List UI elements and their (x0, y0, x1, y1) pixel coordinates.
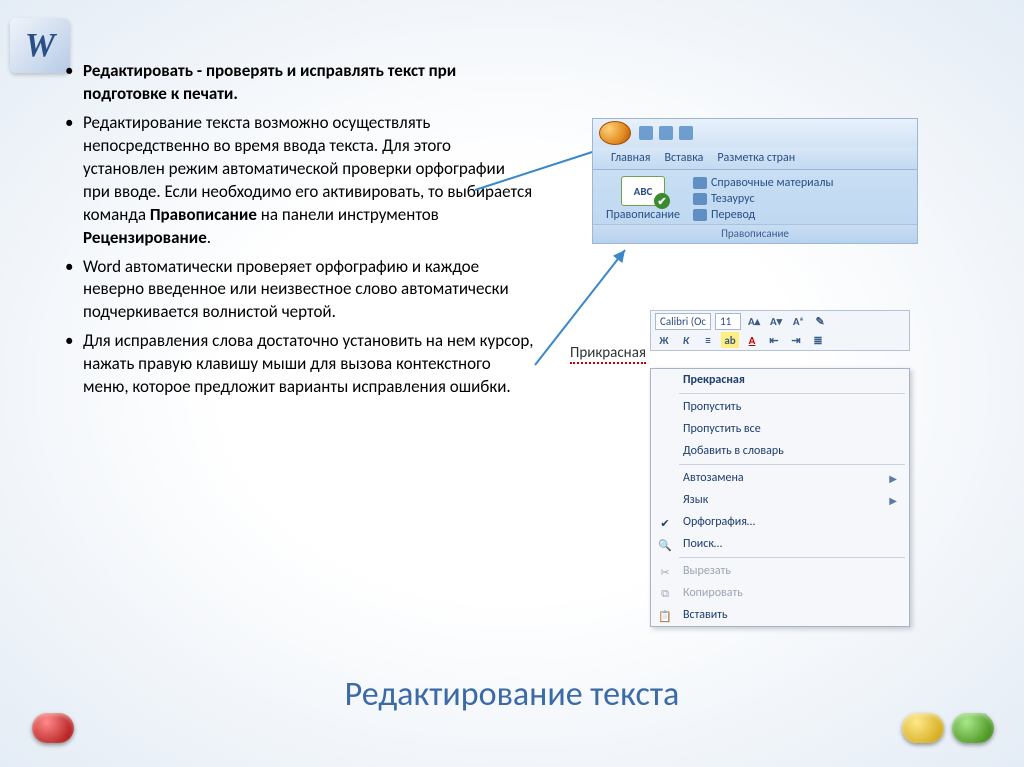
ctx-suggestion[interactable]: Прекрасная (651, 369, 909, 391)
grow-font-icon[interactable]: A▴ (745, 314, 763, 330)
ctx-search[interactable]: 🔍Поиск… (651, 533, 909, 555)
ctx-paste[interactable]: 📋Вставить (651, 604, 909, 626)
font-name-field[interactable]: Calibri (Ос (655, 313, 711, 330)
misspelled-word[interactable]: Прикрасная (570, 344, 646, 364)
proofing-button[interactable]: ABC Правописание (599, 174, 687, 224)
shrink-font-icon[interactable]: A▾ (767, 314, 785, 330)
bullet-1-term: Редактировать (83, 60, 193, 81)
highlight-icon[interactable]: ab (721, 332, 739, 348)
ribbon-group-label: Правописание (593, 224, 917, 243)
copy-icon: ⧉ (657, 586, 673, 602)
quick-access-toolbar[interactable] (639, 126, 693, 140)
abc-icon: ✔ (657, 515, 673, 531)
ctx-spelling[interactable]: ✔Орфография… (651, 511, 909, 533)
bullet-4: Для исправления слова достаточно установ… (65, 330, 535, 399)
thesaurus-button[interactable]: Тезаурус (693, 192, 911, 206)
tab-home[interactable]: Главная (611, 151, 650, 165)
ribbon-tabs: Главная Вставка Разметка стран (593, 147, 917, 170)
thesaurus-icon (693, 193, 707, 205)
office-button-icon[interactable] (599, 121, 631, 145)
chevron-right-icon: ▶ (889, 494, 897, 507)
bullet-2: Редактирование текста возможно осуществл… (65, 112, 535, 250)
word-logo-icon: W (10, 18, 70, 73)
nav-next-button[interactable] (952, 713, 994, 743)
slide-title: Редактирование текста (0, 674, 1024, 715)
context-menu: Прекрасная Пропустить Пропустить все Доб… (650, 368, 910, 627)
ctx-add-to-dict[interactable]: Добавить в словарь (651, 440, 909, 462)
mini-toolbar[interactable]: Calibri (Ос 11 A▴ A▾ Aᵃ ✎ Ж К ≡ ab A ⇤ ⇥… (650, 310, 910, 351)
ctx-copy: ⧉Копировать (651, 582, 909, 604)
bullet-1: Редактировать - проверять и исправлять т… (65, 60, 535, 106)
format-painter-icon[interactable]: ✎ (811, 314, 829, 330)
ctx-language[interactable]: Язык▶ (651, 489, 909, 511)
tab-insert[interactable]: Вставка (664, 151, 703, 165)
search-icon: 🔍 (657, 537, 673, 553)
bullet-3: Word автоматически проверяет орфографию … (65, 256, 535, 325)
paste-icon: 📋 (657, 608, 673, 624)
decrease-indent-icon[interactable]: ⇤ (765, 332, 783, 348)
bold-icon[interactable]: Ж (655, 332, 673, 348)
ribbon-panel: Главная Вставка Разметка стран ABC Право… (592, 118, 918, 244)
bullets-icon[interactable]: ≣ (809, 332, 827, 348)
ctx-skip-all[interactable]: Пропустить все (651, 418, 909, 440)
increase-indent-icon[interactable]: ⇥ (787, 332, 805, 348)
proofing-label: Правописание (599, 208, 687, 222)
slide-body: Редактировать - проверять и исправлять т… (65, 60, 535, 405)
book-icon (693, 177, 707, 189)
font-size-field[interactable]: 11 (715, 313, 741, 330)
translate-button[interactable]: Перевод (693, 208, 911, 222)
styles-icon[interactable]: Aᵃ (789, 314, 807, 330)
font-color-icon[interactable]: A (743, 332, 761, 348)
translate-icon (693, 209, 707, 221)
chevron-right-icon: ▶ (889, 472, 897, 485)
nav-stop-button[interactable] (32, 713, 74, 743)
tab-layout[interactable]: Разметка стран (717, 151, 795, 165)
research-button[interactable]: Справочные материалы (693, 176, 911, 190)
nav-prev-button[interactable] (902, 713, 944, 743)
italic-icon[interactable]: К (677, 332, 695, 348)
scissors-icon: ✂ (657, 564, 673, 580)
ctx-cut: ✂Вырезать (651, 560, 909, 582)
ctx-skip[interactable]: Пропустить (651, 396, 909, 418)
ribbon-titlebar (593, 119, 917, 147)
align-center-icon[interactable]: ≡ (699, 332, 717, 348)
abc-check-icon: ABC (621, 176, 665, 206)
ctx-autocorrect[interactable]: Автозамена▶ (651, 467, 909, 489)
